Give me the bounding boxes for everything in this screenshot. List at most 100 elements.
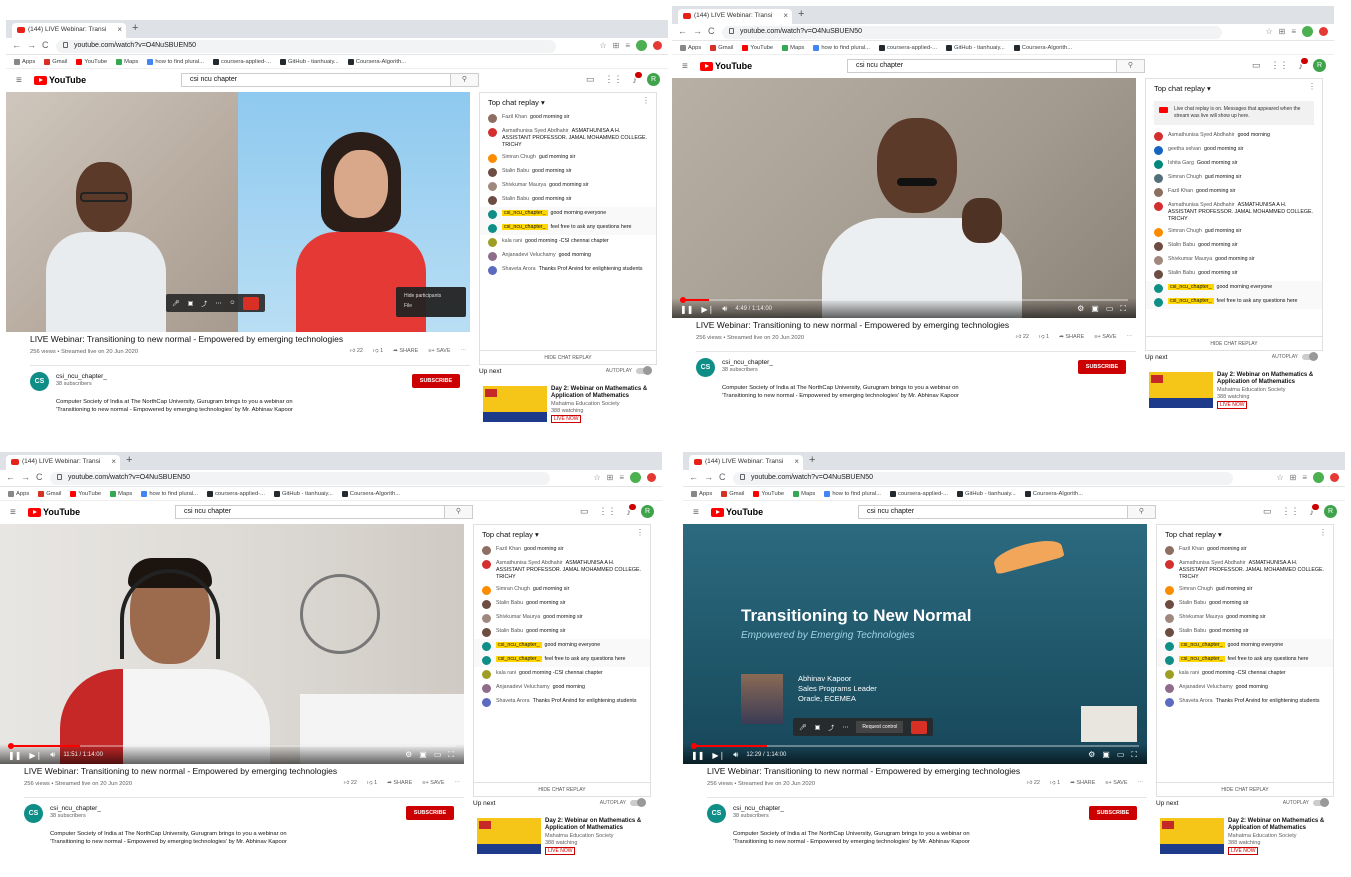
up-next-card[interactable]: Day 2: Webinar on Mathematics & Applicat… — [477, 384, 662, 424]
browser-tab[interactable]: (144) LIVE Webinar: Transi × — [678, 9, 792, 24]
more-icon[interactable]: ⋯ — [215, 300, 221, 307]
bookmark-item[interactable]: GitHub - tianhuaiy... — [945, 44, 1005, 51]
pause-icon[interactable]: ❚❚ — [8, 751, 21, 760]
reading-list-icon[interactable]: ≡ — [619, 473, 624, 482]
video-player[interactable]: ❚❚ ▶❘ 🔊︎ 11:51 / 1:14:00 ⚙ ▣ ▭ ⛶ — [0, 524, 464, 764]
apps-grid-icon[interactable]: ⋮⋮ — [1271, 60, 1289, 71]
chat-author[interactable]: Stalin Babu — [502, 168, 529, 174]
card-title[interactable]: Day 2: Webinar on Mathematics & Applicat… — [1228, 818, 1333, 832]
close-tab-icon[interactable]: × — [783, 11, 788, 20]
bookmark-item[interactable]: Coursera-Algorith... — [1013, 44, 1072, 51]
address-bar[interactable]: youtube.com/watch?v=O4NuSBUEN50 — [56, 40, 556, 53]
chat-avatar[interactable] — [1154, 201, 1163, 211]
up-next-card[interactable]: Day 2: Webinar on Mathematics & Applicat… — [1143, 370, 1328, 410]
progress-bar[interactable] — [691, 745, 1139, 747]
avatar[interactable]: R — [647, 73, 660, 86]
dislike-button[interactable]: 👎︎ 1 — [373, 348, 383, 354]
chat-author[interactable]: Shivkumar Maurya — [1179, 614, 1223, 620]
chat-author[interactable]: csi_ncu_chapter_ — [496, 655, 542, 662]
share-button[interactable]: ➦ SHARE — [387, 780, 412, 786]
bookmark-item[interactable]: Maps — [116, 58, 138, 65]
more-options-icon[interactable]: ⋮ — [1308, 82, 1316, 91]
toggle-switch[interactable] — [636, 366, 652, 375]
chat-author[interactable]: Asmathunisa Syed Abdhahir — [1168, 132, 1235, 138]
next-icon[interactable]: ▶❘ — [29, 751, 42, 760]
avatar[interactable]: R — [1324, 505, 1337, 518]
share-button[interactable]: ➦ SHARE — [393, 348, 418, 354]
reading-list-icon[interactable]: ≡ — [1302, 473, 1307, 482]
chat-author[interactable]: Stalin Babu — [496, 628, 523, 634]
bookmark-item[interactable]: YouTube — [76, 58, 107, 65]
chat-author[interactable]: csi_ncu_chapter_ — [1168, 297, 1214, 304]
chat-author[interactable]: Asmathunisa Syed Abdhahir — [496, 560, 563, 566]
more-actions-icon[interactable]: ⋯ — [1127, 334, 1133, 340]
bookmark-item[interactable]: Coursera-Algorith... — [1024, 490, 1083, 497]
miniplayer-icon[interactable]: ▣ — [419, 750, 427, 760]
search-icon[interactable]: ⚲ — [1128, 505, 1156, 519]
chat-author[interactable]: Fazil Khan — [1179, 546, 1204, 552]
channel-name[interactable]: csi_ncu_chapter_ — [722, 359, 773, 366]
chat-author[interactable]: Stalin Babu — [1168, 242, 1195, 248]
chat-avatar[interactable] — [488, 195, 497, 205]
browser-tab[interactable]: (144) LIVE Webinar: Transi × — [689, 455, 803, 470]
next-icon[interactable]: ▶❘ — [701, 305, 714, 314]
bell-icon[interactable]: ♪ — [633, 71, 642, 85]
chat-author[interactable]: Simran Chugh — [502, 154, 536, 160]
dislike-button[interactable]: 👎︎ 1 — [1039, 334, 1049, 340]
like-button[interactable]: 👍︎ 22 — [344, 780, 357, 786]
chat-avatar[interactable] — [488, 237, 497, 247]
search-input[interactable]: csi ncu chapter — [847, 59, 1117, 73]
end-call-button[interactable] — [243, 296, 260, 310]
apps-grid-icon[interactable]: ⋮⋮ — [1282, 506, 1300, 517]
video-icon[interactable]: ▣ — [188, 300, 194, 307]
chat-author[interactable]: kala rani — [502, 238, 522, 244]
video-player[interactable]: Transitioning to New Normal Empowered by… — [683, 524, 1147, 764]
youtube-logo[interactable]: YouTube — [700, 61, 752, 71]
extension-red-icon[interactable] — [1330, 473, 1339, 482]
bookmark-item[interactable]: GitHub - tianhuaiy... — [279, 58, 339, 65]
extension-icon[interactable]: ⊞ — [613, 41, 620, 50]
video-thumbnail[interactable] — [1149, 372, 1213, 408]
chat-avatar[interactable] — [1154, 297, 1163, 307]
chat-author[interactable]: csi_ncu_chapter_ — [502, 209, 548, 216]
channel-name[interactable]: csi_ncu_chapter_ — [56, 373, 107, 380]
youtube-logo[interactable]: YouTube — [34, 75, 86, 85]
chat-avatar[interactable] — [482, 683, 491, 693]
more-options-icon[interactable]: ⋮ — [642, 96, 650, 105]
chat-header[interactable]: Top chat replay ▾ ⋮ — [480, 93, 656, 111]
extension-icon[interactable]: ⊞ — [1290, 473, 1297, 482]
apps-grid-icon[interactable]: ⋮⋮ — [599, 506, 617, 517]
more-actions-icon[interactable]: ⋯ — [1138, 780, 1144, 786]
channel-avatar[interactable]: CS — [696, 358, 715, 377]
avatar[interactable]: R — [641, 505, 654, 518]
chat-avatar[interactable] — [482, 585, 491, 595]
extension-icon[interactable]: ⊞ — [1279, 27, 1286, 36]
chat-avatar[interactable] — [1154, 187, 1163, 197]
bookmark-item[interactable]: how to find plural... — [813, 44, 870, 51]
hide-chat-button[interactable]: HIDE CHAT REPLAY — [480, 350, 656, 364]
chat-avatar[interactable] — [1154, 227, 1163, 237]
chat-author[interactable]: Shaveta Arora — [1179, 698, 1213, 704]
chat-author[interactable]: Stalin Babu — [1179, 600, 1206, 606]
bookmark-item[interactable]: Apps — [8, 490, 29, 497]
bookmark-item[interactable]: Maps — [793, 490, 815, 497]
chat-author[interactable]: Anjanadevi Veluchamy — [502, 252, 556, 258]
star-icon[interactable]: ☆ — [1265, 27, 1272, 36]
channel-avatar[interactable]: CS — [24, 804, 43, 823]
reading-list-icon[interactable]: ≡ — [1291, 27, 1296, 36]
video-camera-icon[interactable]: ▭ — [1263, 506, 1272, 517]
bookmark-item[interactable]: GitHub - tianhuaiy... — [273, 490, 333, 497]
chat-author[interactable]: csi_ncu_chapter_ — [1168, 283, 1214, 290]
more-actions-icon[interactable]: ⋯ — [461, 348, 467, 354]
mute-icon[interactable]: 🎤︎ — [799, 724, 807, 731]
chat-avatar[interactable] — [1165, 683, 1174, 693]
chat-author[interactable]: csi_ncu_chapter_ — [496, 641, 542, 648]
chat-avatar[interactable] — [488, 153, 497, 163]
share-screen-icon[interactable]: ⤴ — [828, 723, 834, 732]
card-title[interactable]: Day 2: Webinar on Mathematics & Applicat… — [551, 386, 656, 400]
menu-icon[interactable]: ≡ — [16, 75, 22, 86]
chat-author[interactable]: Shivkumar Maurya — [496, 614, 540, 620]
bookmark-item[interactable]: Gmail — [710, 44, 733, 51]
extension-icon[interactable]: ⊞ — [607, 473, 614, 482]
video-camera-icon[interactable]: ▭ — [580, 506, 589, 517]
